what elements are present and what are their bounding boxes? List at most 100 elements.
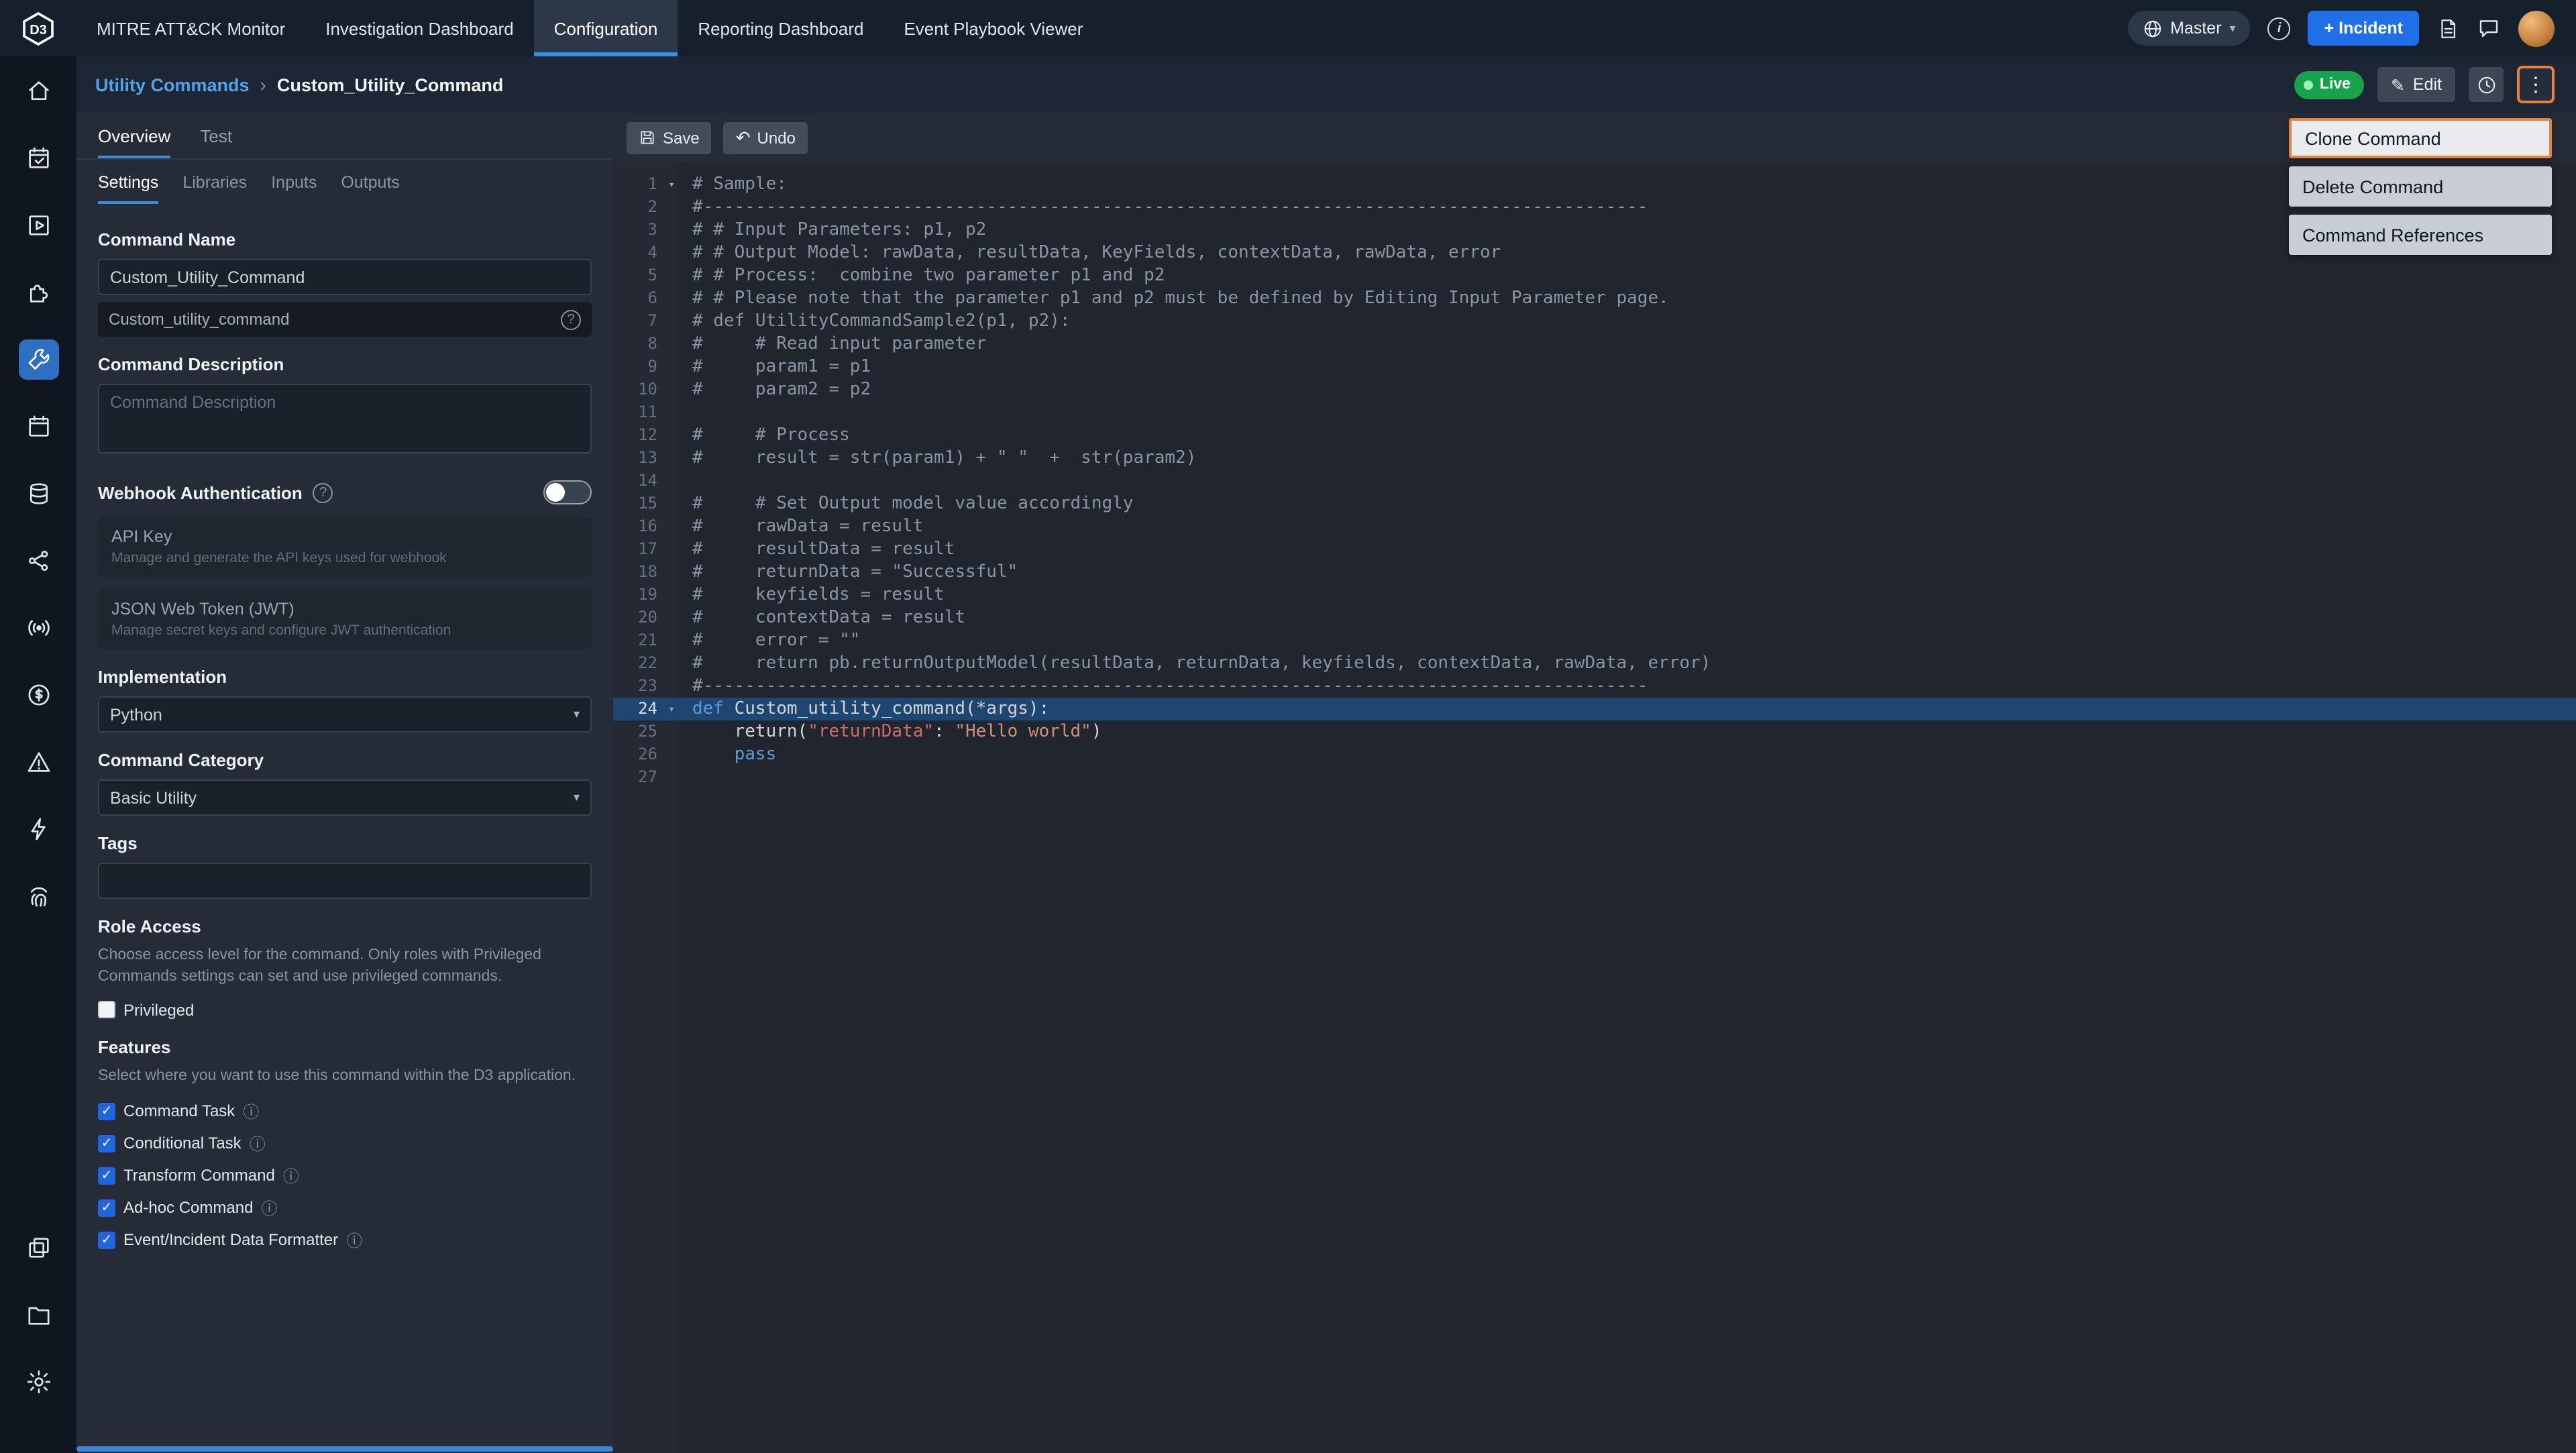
checkbox-checked-icon[interactable]: ✓	[98, 1167, 115, 1185]
checkbox-checked-icon[interactable]: ✓	[98, 1102, 115, 1120]
line-number[interactable]: 6	[613, 287, 679, 310]
implementation-select[interactable]: Python ▾	[98, 696, 592, 733]
tags-input[interactable]	[98, 863, 592, 899]
checkbox-checked-icon[interactable]: ✓	[98, 1199, 115, 1217]
line-number[interactable]: 17	[613, 538, 679, 561]
topnav-item-investigation-dashboard[interactable]: Investigation Dashboard	[305, 0, 533, 56]
menu-item-delete-command[interactable]: Delete Command	[2289, 166, 2552, 207]
feature-row-ad-hoc-command[interactable]: ✓ Ad-hoc Command ⓘ	[98, 1196, 592, 1219]
line-number[interactable]: 3	[613, 219, 679, 241]
topnav-item-reporting-dashboard[interactable]: Reporting Dashboard	[678, 0, 883, 56]
subtab-inputs[interactable]: Inputs	[271, 160, 317, 204]
api-key-card[interactable]: API Key Manage and generate the API keys…	[98, 517, 592, 577]
line-number[interactable]: 1 ▾	[613, 173, 679, 196]
utility-commands-icon[interactable]	[18, 339, 58, 380]
line-number[interactable]: 25	[613, 720, 679, 743]
code-line[interactable]: # # Please note that the parameter p1 an…	[679, 287, 2576, 310]
checkbox-checked-icon[interactable]: ✓	[98, 1231, 115, 1249]
automation-icon[interactable]	[18, 809, 58, 849]
code-line[interactable]: # # Process	[679, 424, 2576, 447]
investigation-icon[interactable]	[18, 205, 58, 246]
line-number[interactable]: 23	[613, 675, 679, 698]
line-number[interactable]: 19	[613, 584, 679, 606]
feature-row-event-incident-data-formatter[interactable]: ✓ Event/Incident Data Formatter ⓘ	[98, 1228, 592, 1251]
document-icon[interactable]	[2436, 17, 2459, 40]
code-line[interactable]	[679, 470, 2576, 492]
code-line[interactable]: # # Read input parameter	[679, 333, 2576, 356]
line-number[interactable]: 13	[613, 447, 679, 470]
alerts-icon[interactable]	[18, 742, 58, 782]
tab-overview[interactable]: Overview	[98, 113, 170, 158]
d3-logo[interactable]: D3	[0, 0, 76, 56]
code-line[interactable]: # param1 = p1	[679, 356, 2576, 378]
code-line[interactable]: # result = str(param1) + " " + str(param…	[679, 447, 2576, 470]
info-icon[interactable]: ⓘ	[250, 1132, 266, 1154]
code-line[interactable]: #---------------------------------------…	[679, 675, 2576, 698]
home-icon[interactable]	[18, 71, 58, 111]
line-number[interactable]: 10	[613, 378, 679, 401]
code-line[interactable]: # resultData = result	[679, 538, 2576, 561]
fold-arrow-icon[interactable]: ▾	[668, 173, 675, 196]
checkbox-checked-icon[interactable]: ✓	[98, 1134, 115, 1152]
more-options-button[interactable]: ⋮	[2517, 66, 2555, 103]
info-icon[interactable]: ⓘ	[261, 1196, 277, 1219]
undo-button[interactable]: ↶ Undo	[723, 121, 808, 154]
code-line[interactable]: return("returnData": "Hello world")	[679, 720, 2576, 743]
feature-row-transform-command[interactable]: ✓ Transform Command ⓘ	[98, 1164, 592, 1187]
signal-icon[interactable]	[18, 608, 58, 648]
code-content[interactable]: # Sample: #------------------------------…	[679, 162, 2576, 1453]
code-line[interactable]: # keyfields = result	[679, 584, 2576, 606]
code-line[interactable]	[679, 766, 2576, 789]
line-number[interactable]: 24 ▾	[613, 698, 679, 720]
line-number[interactable]: 4	[613, 241, 679, 264]
subtab-libraries[interactable]: Libraries	[182, 160, 247, 204]
info-icon[interactable]: ⓘ	[243, 1099, 259, 1122]
info-icon[interactable]: i	[2267, 17, 2291, 40]
environment-selector[interactable]: Master ▾	[2127, 11, 2251, 46]
history-button[interactable]	[2469, 67, 2504, 102]
line-number[interactable]: 2	[613, 196, 679, 219]
save-button[interactable]: Save	[627, 121, 712, 154]
code-line[interactable]: # # Process: combine two parameter p1 an…	[679, 264, 2576, 287]
line-number[interactable]: 9	[613, 356, 679, 378]
code-line[interactable]: # error = ""	[679, 629, 2576, 652]
integrations-icon[interactable]	[18, 272, 58, 313]
topnav-item-configuration[interactable]: Configuration	[533, 0, 678, 56]
line-number[interactable]: 7	[613, 310, 679, 333]
line-number[interactable]: 12	[613, 424, 679, 447]
info-icon[interactable]: ⓘ	[283, 1164, 299, 1187]
code-line[interactable]: # rawData = result	[679, 515, 2576, 538]
feature-row-command-task[interactable]: ✓ Command Task ⓘ	[98, 1099, 592, 1122]
line-number[interactable]: 16	[613, 515, 679, 538]
data-store-icon[interactable]	[18, 474, 58, 514]
files-icon[interactable]	[18, 1295, 58, 1335]
subtab-settings[interactable]: Settings	[98, 160, 158, 204]
help-icon[interactable]: ?	[561, 309, 581, 329]
line-number[interactable]: 8	[613, 333, 679, 356]
line-number[interactable]: 15	[613, 492, 679, 515]
line-number[interactable]: 21	[613, 629, 679, 652]
panel-horizontal-scrollbar[interactable]	[76, 1446, 613, 1452]
line-number[interactable]: 22	[613, 652, 679, 675]
menu-item-command-references[interactable]: Command References	[2289, 215, 2552, 255]
line-number[interactable]: 11	[613, 401, 679, 424]
line-number[interactable]: 14	[613, 470, 679, 492]
settings-gear-icon[interactable]	[18, 1362, 58, 1402]
code-line[interactable]: # def UtilityCommandSample2(p1, p2):	[679, 310, 2576, 333]
code-line[interactable]	[679, 401, 2576, 424]
add-incident-button[interactable]: + Incident	[2308, 11, 2419, 46]
fingerprint-icon[interactable]	[18, 876, 58, 916]
menu-item-clone-command[interactable]: Clone Command	[2289, 118, 2552, 158]
command-name-input[interactable]	[98, 259, 592, 295]
jwt-card[interactable]: JSON Web Token (JWT) Manage secret keys …	[98, 589, 592, 649]
line-number[interactable]: 27	[613, 766, 679, 789]
command-category-select[interactable]: Basic Utility ▾	[98, 779, 592, 816]
code-line[interactable]: # # Set Output model value accordingly	[679, 492, 2576, 515]
connections-icon[interactable]	[18, 541, 58, 581]
avatar[interactable]	[2518, 10, 2555, 46]
topnav-item-event-playbook-viewer[interactable]: Event Playbook Viewer	[883, 0, 1103, 56]
help-icon[interactable]: ?	[313, 482, 333, 502]
subtab-outputs[interactable]: Outputs	[341, 160, 400, 204]
command-description-input[interactable]	[98, 384, 592, 453]
line-number[interactable]: 5	[613, 264, 679, 287]
